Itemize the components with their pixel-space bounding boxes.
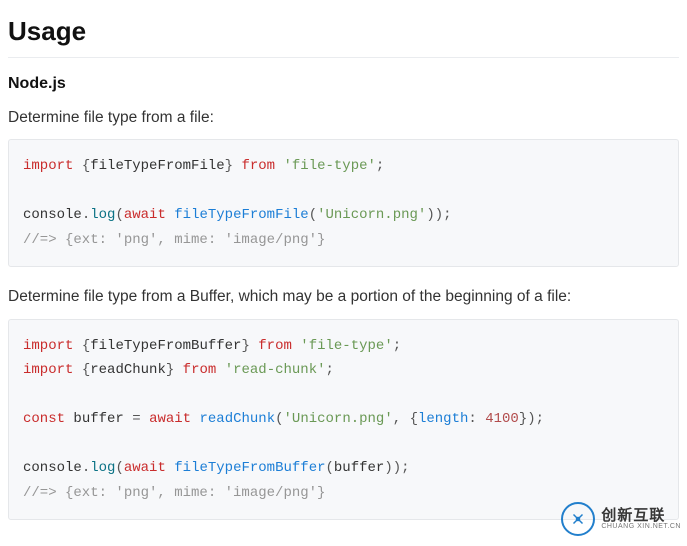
brace-open: { [410, 411, 418, 427]
comment: //=> {ext: 'png', mime: 'image/png'} [23, 485, 325, 501]
keyword-from: from [241, 158, 275, 174]
brace-open: { [82, 362, 90, 378]
semicolon: ; [536, 411, 544, 427]
keyword-import: import [23, 158, 73, 174]
heading-usage: Usage [8, 12, 679, 58]
method-name: log [90, 460, 115, 476]
string-quote: ' [225, 362, 233, 378]
keyword-await: await [149, 411, 191, 427]
string-literal: file-type [292, 158, 368, 174]
keyword-await: await [124, 207, 166, 223]
semicolon: ; [376, 158, 384, 174]
brace-open: { [82, 158, 90, 174]
paren-open: ( [115, 207, 123, 223]
paren-close: ) [384, 460, 392, 476]
equals: = [132, 411, 140, 427]
paren-open: ( [115, 460, 123, 476]
identifier: console [23, 460, 82, 476]
string-quote: ' [368, 158, 376, 174]
string-literal: Unicorn.png [292, 411, 384, 427]
string-quote: ' [384, 411, 392, 427]
keyword-const: const [23, 411, 65, 427]
function-name: readChunk [199, 411, 275, 427]
brace-open: { [82, 338, 90, 354]
identifier: buffer [73, 411, 123, 427]
paren-close: ) [426, 207, 434, 223]
heading-nodejs: Node.js [8, 72, 679, 96]
semicolon: ; [393, 338, 401, 354]
function-name: fileTypeFromFile [174, 207, 308, 223]
string-literal: Unicorn.png [326, 207, 418, 223]
keyword-import: import [23, 338, 73, 354]
keyword-from: from [183, 362, 217, 378]
paren-open: ( [326, 460, 334, 476]
string-quote: ' [317, 362, 325, 378]
dot: . [82, 207, 90, 223]
string-literal: file-type [309, 338, 385, 354]
semicolon: ; [401, 460, 409, 476]
semicolon: ; [326, 362, 334, 378]
function-name: fileTypeFromBuffer [174, 460, 325, 476]
paragraph-buffer: Determine file type from a Buffer, which… [8, 285, 679, 308]
brace-close: } [166, 362, 174, 378]
paren-open: ( [275, 411, 283, 427]
string-quote: ' [384, 338, 392, 354]
string-quote: ' [300, 338, 308, 354]
code-block-2: import {fileTypeFromBuffer} from 'file-t… [8, 319, 679, 521]
identifier: fileTypeFromBuffer [90, 338, 241, 354]
property: length [418, 411, 468, 427]
string-literal: read-chunk [233, 362, 317, 378]
paragraph-file: Determine file type from a file: [8, 106, 679, 129]
keyword-await: await [124, 460, 166, 476]
brace-close: } [225, 158, 233, 174]
code-block-1: import {fileTypeFromFile} from 'file-typ… [8, 139, 679, 267]
keyword-import: import [23, 362, 73, 378]
brace-close: } [519, 411, 527, 427]
method-name: log [90, 207, 115, 223]
paren-open: ( [309, 207, 317, 223]
string-quote: ' [284, 411, 292, 427]
paren-close: ) [393, 460, 401, 476]
watermark-tagline: CHUANG XIN.NET.CN [601, 523, 681, 530]
number: 4100 [485, 411, 519, 427]
paren-close: ) [527, 411, 535, 427]
identifier: console [23, 207, 82, 223]
string-quote: ' [317, 207, 325, 223]
identifier: fileTypeFromFile [90, 158, 224, 174]
comment: //=> {ext: 'png', mime: 'image/png'} [23, 232, 325, 248]
paren-close: ) [435, 207, 443, 223]
keyword-from: from [258, 338, 292, 354]
string-quote: ' [283, 158, 291, 174]
semicolon: ; [443, 207, 451, 223]
argument: buffer [334, 460, 384, 476]
comma: , [393, 411, 401, 427]
identifier: readChunk [90, 362, 166, 378]
brace-close: } [241, 338, 249, 354]
colon: : [468, 411, 476, 427]
dot: . [82, 460, 90, 476]
